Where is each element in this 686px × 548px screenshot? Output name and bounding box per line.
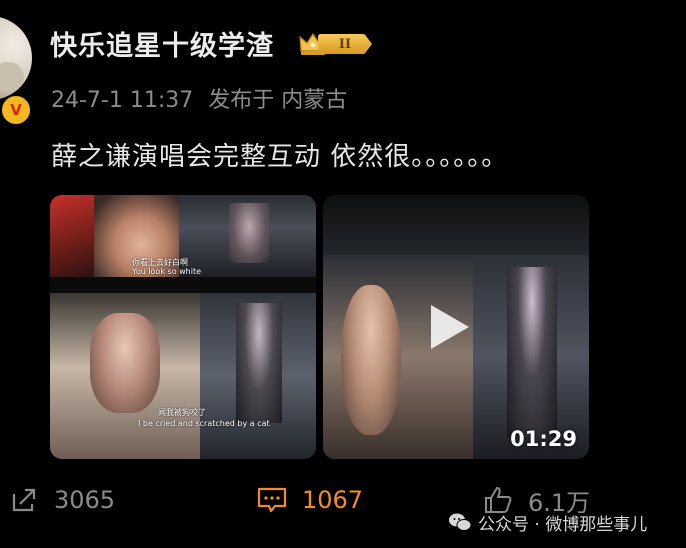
image-divider xyxy=(50,277,316,293)
verified-badge-icon: V xyxy=(0,94,32,126)
share-icon xyxy=(12,488,36,512)
video-duration: 01:29 xyxy=(510,427,577,451)
image-region xyxy=(50,293,200,459)
image-region xyxy=(179,195,316,277)
wechat-icon xyxy=(449,513,472,531)
comment-count: 1067 xyxy=(302,486,364,514)
comment-icon xyxy=(257,487,287,513)
video-region xyxy=(323,255,473,459)
post-image[interactable]: 你看上去好白啊 You look so white 闻我被狗咬了 I be cr… xyxy=(50,195,316,459)
post-date: 24-7-1 11:37 xyxy=(51,88,194,113)
share-button[interactable]: 3065 xyxy=(8,483,115,517)
avatar-image xyxy=(0,16,32,100)
watermark: 公众号 · 微博那些事儿 xyxy=(448,509,647,535)
post-location: 发布于 内蒙古 xyxy=(208,88,348,113)
level-badge: II xyxy=(298,31,374,57)
post-video[interactable]: 01:29 xyxy=(323,195,589,459)
post-meta: 24-7-1 11:37 发布于 内蒙古 xyxy=(51,82,355,114)
share-count: 3065 xyxy=(54,486,116,514)
video-region xyxy=(323,195,589,255)
user-avatar[interactable] xyxy=(0,16,32,100)
image-region xyxy=(200,293,316,459)
username[interactable]: 快乐追星十级学渣 xyxy=(50,24,274,63)
play-icon[interactable] xyxy=(431,305,469,349)
image-subtitle: You look so white xyxy=(132,267,202,276)
post-text[interactable]: 薛之谦演唱会完整互动 依然很。。。。。。 xyxy=(51,136,508,173)
image-region xyxy=(50,195,94,277)
comment-button[interactable]: 1067 xyxy=(256,483,363,517)
watermark-text: 公众号 · 微博那些事儿 xyxy=(478,514,648,535)
level-label: II xyxy=(318,34,372,54)
image-subtitle: I be cried and scratched by a cat xyxy=(138,419,270,428)
image-subtitle: 闻我被狗咬了 xyxy=(158,408,206,417)
